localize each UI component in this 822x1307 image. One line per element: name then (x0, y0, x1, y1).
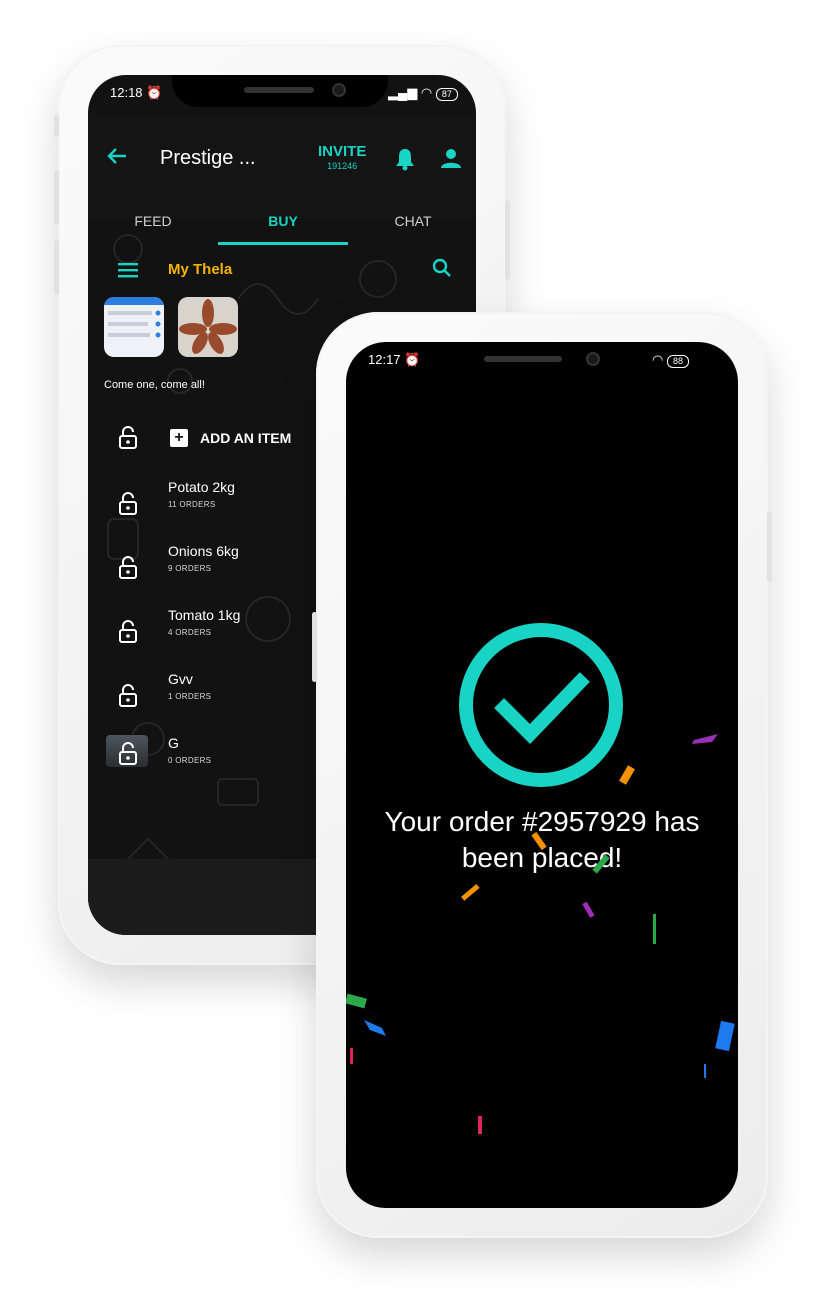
status-bar-right: ▂▄▆ ◠ 87 (388, 85, 458, 101)
lock-icon (118, 741, 138, 765)
item-orders: 1 ORDERS (168, 692, 212, 701)
confetti-piece (592, 854, 610, 874)
menu-icon[interactable] (118, 262, 140, 280)
lock-icon (118, 683, 138, 707)
search-icon[interactable] (432, 258, 454, 280)
shop-photo-food[interactable] (178, 297, 238, 357)
confetti-piece (692, 734, 718, 744)
shop-tagline: Come one, come all! (104, 379, 205, 391)
item-orders: 11 ORDERS (168, 500, 216, 509)
order-confirmation-screen: 12:17 ⏰ ◠ 88 Your order #2957929 has bee… (346, 342, 738, 1208)
volume-up-button (54, 170, 59, 225)
add-item-label: ADD AN ITEM (200, 430, 292, 446)
lock-icon (118, 555, 138, 579)
invite-button[interactable]: INVITE 191246 (318, 143, 366, 171)
battery-indicator: 87 (435, 88, 458, 101)
power-button (505, 200, 510, 280)
item-orders: 0 ORDERS (168, 756, 212, 765)
confetti-piece (704, 1064, 706, 1078)
back-arrow-icon[interactable] (106, 145, 128, 174)
camera (332, 83, 346, 97)
tab-buy[interactable]: BUY (218, 213, 348, 229)
status-time: 12:18 (110, 85, 143, 100)
item-orders: 9 ORDERS (168, 564, 212, 573)
item-name: G (168, 735, 179, 751)
volume-down-button (54, 240, 59, 295)
notch (172, 75, 388, 107)
item-name: Tomato 1kg (168, 607, 241, 623)
app-header: Prestige ... INVITE 191246 FEED BUY CHAT (88, 113, 476, 245)
confetti-piece (364, 1020, 386, 1036)
lock-icon (118, 425, 138, 449)
tab-bar: FEED BUY CHAT (88, 205, 476, 245)
person-icon[interactable] (440, 147, 464, 171)
alarm-icon: ⏰ (146, 85, 163, 100)
item-name: Onions 6kg (168, 543, 239, 559)
volume-button (312, 612, 317, 682)
tab-feed[interactable]: FEED (88, 213, 218, 229)
invite-label: INVITE (318, 143, 367, 160)
confetti-piece (478, 1116, 482, 1134)
lock-icon (118, 619, 138, 643)
side-button (54, 115, 59, 137)
confetti-piece (350, 1048, 353, 1064)
lock-icon (118, 491, 138, 515)
status-bar-left: 12:18 ⏰ (110, 85, 162, 101)
shop-photo-screenshot[interactable] (104, 297, 164, 357)
shop-name: My Thela (168, 261, 233, 278)
speaker (244, 87, 314, 93)
page-title: Prestige ... (160, 147, 256, 169)
active-tab-indicator (218, 242, 348, 245)
confetti-piece (531, 831, 547, 851)
item-name: Potato 2kg (168, 479, 235, 495)
power-button (767, 512, 772, 582)
confetti-piece (653, 914, 656, 944)
invite-code: 191246 (327, 161, 358, 171)
wifi-icon: ◠ (420, 85, 433, 100)
plus-icon: + (170, 429, 188, 447)
confetti-piece (461, 884, 480, 901)
tab-chat[interactable]: CHAT (348, 213, 476, 229)
front-phone-frame: 12:17 ⏰ ◠ 88 Your order #2957929 has bee… (312, 312, 772, 1238)
confetti-piece (582, 901, 595, 918)
confetti-decoration (346, 734, 735, 1134)
item-orders: 4 ORDERS (168, 628, 212, 637)
bell-icon[interactable] (394, 147, 418, 171)
signal-icon: ▂▄▆ (388, 85, 418, 100)
confetti-piece (346, 993, 367, 1009)
confetti-piece (619, 765, 635, 785)
item-name: Gvv (168, 671, 193, 687)
confetti-piece (715, 1020, 735, 1052)
